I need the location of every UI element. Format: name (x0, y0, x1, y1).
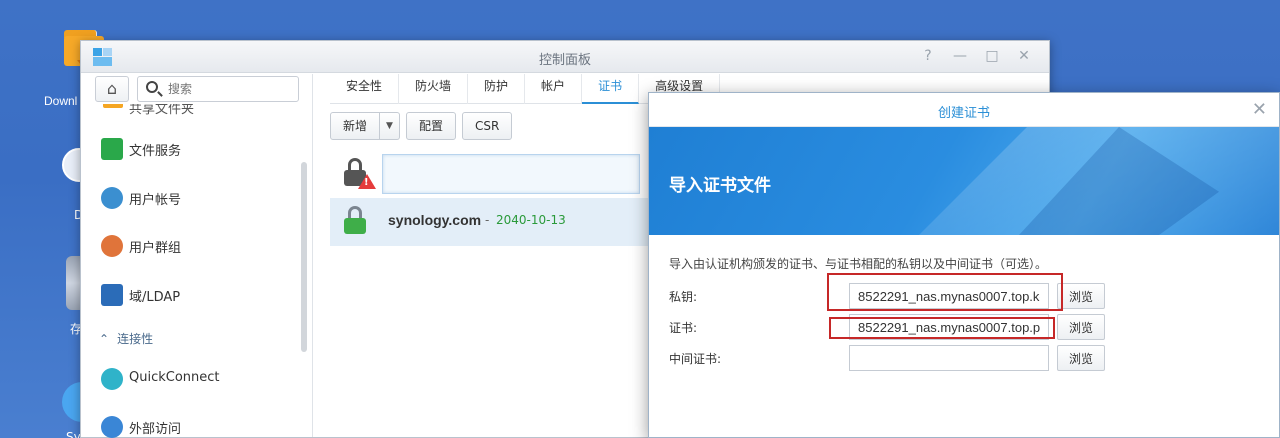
create-certificate-dialog: 创建证书 ✕ 导入证书文件 导入由认证机构颁发的证书、与证书相配的私钥以及中间证… (648, 92, 1280, 438)
sidebar-item-label: 外部访问 (129, 422, 182, 437)
certificate-name-edit[interactable] (382, 154, 640, 194)
dialog-title: 创建证书 (937, 106, 990, 121)
help-icon[interactable]: ? (919, 48, 937, 64)
file-services-icon (101, 138, 123, 160)
browse-certificate-button[interactable]: 浏览 (1057, 314, 1105, 340)
home-button[interactable]: ⌂ (95, 76, 129, 102)
desktop-label-download: Downl (44, 94, 78, 108)
add-split-button: 新增 ▼ (330, 112, 401, 140)
home-icon: ⌂ (106, 79, 118, 98)
search-input[interactable] (168, 80, 288, 98)
tab-account[interactable]: 帐户 (525, 74, 583, 104)
external-access-icon (101, 416, 123, 438)
user-group-icon (101, 235, 123, 257)
quickconnect-icon (101, 368, 123, 390)
lock-valid-icon (344, 206, 366, 234)
certificate-name: synology.com (388, 212, 482, 228)
chevron-up-icon: ⌃ (99, 332, 110, 346)
browse-intermediate-cert-button[interactable]: 浏览 (1057, 345, 1105, 371)
domain-ldap-icon (101, 284, 123, 306)
tab-security[interactable]: 安全性 (330, 74, 400, 104)
browse-private-key-button[interactable]: 浏览 (1057, 283, 1105, 309)
banner-title: 导入证书文件 (669, 176, 771, 196)
window-title: 控制面板 (538, 53, 591, 68)
tab-protection[interactable]: 防护 (468, 74, 526, 104)
sidebar-item-file-services[interactable]: 文件服务 (81, 126, 303, 174)
search-icon (146, 81, 158, 93)
sidebar-item-label: 用户群组 (129, 241, 182, 256)
intermediate-cert-field[interactable] (849, 345, 1049, 371)
sidebar-section-connectivity[interactable]: ⌃ 连接性 (99, 330, 153, 347)
csr-button[interactable]: CSR (462, 112, 513, 140)
add-button[interactable]: 新增 (330, 112, 381, 140)
certificate-label: 证书: (669, 321, 698, 335)
desktop-label-4: Sy (66, 430, 81, 438)
dialog-titlebar[interactable]: 创建证书 ✕ (649, 93, 1279, 127)
sidebar-item-label: 用户帐号 (129, 193, 182, 208)
private-key-field[interactable] (849, 283, 1049, 309)
intermediate-cert-label: 中间证书: (669, 352, 722, 366)
maximize-icon[interactable]: □ (983, 48, 1001, 64)
chevron-down-icon[interactable]: ▼ (380, 112, 401, 140)
dialog-banner: 导入证书文件 (649, 127, 1279, 235)
private-key-label: 私钥: (669, 290, 698, 304)
sidebar-item-user-account[interactable]: 用户帐号 (81, 175, 303, 223)
sidebar: ⌂ 共享文件夹 文件服务 用户帐号 用户群组 域/LDAP ⌃连接性 (81, 74, 313, 438)
toolbar: 新增 ▼ 配置 CSR (330, 112, 513, 140)
window-titlebar[interactable]: 控制面板 ? — □ ✕ (81, 41, 1049, 73)
tab-firewall[interactable]: 防火墙 (399, 74, 469, 104)
sidebar-item-user-group[interactable]: 用户群组 (81, 223, 303, 271)
search-box[interactable] (137, 76, 299, 102)
certificate-expiry-date: 2040-10-13 (496, 213, 566, 227)
sidebar-item-label: 域/LDAP (129, 290, 181, 305)
certificate-separator: - (485, 213, 490, 227)
close-icon[interactable]: ✕ (1252, 99, 1267, 120)
minimize-icon[interactable]: — (951, 48, 969, 64)
user-account-icon (101, 187, 123, 209)
shared-folder-icon (103, 104, 123, 108)
certificate-field[interactable] (849, 314, 1049, 340)
tab-certificate[interactable]: 证书 (582, 74, 640, 104)
sidebar-scrollbar[interactable] (301, 162, 307, 352)
sidebar-item-label: QuickConnect (129, 370, 220, 385)
sidebar-item-external-access[interactable]: 外部访问 (81, 404, 303, 438)
sidebar-item-label: 文件服务 (129, 144, 182, 159)
configure-button[interactable]: 配置 (406, 112, 457, 140)
dialog-description: 导入由认证机构颁发的证书、与证书相配的私钥以及中间证书（可选）。 (669, 257, 1048, 271)
sidebar-item-quickconnect[interactable]: QuickConnect (81, 356, 303, 404)
sidebar-item-domain-ldap[interactable]: 域/LDAP (81, 272, 303, 320)
close-icon[interactable]: ✕ (1015, 48, 1033, 64)
